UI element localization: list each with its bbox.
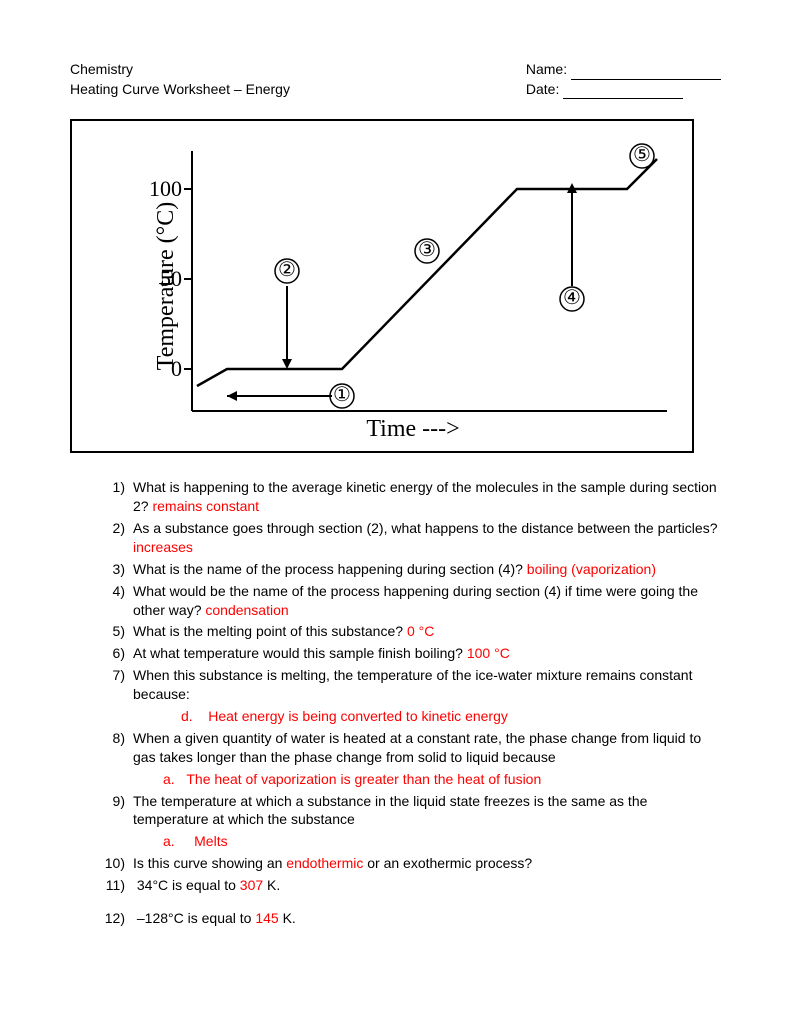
subject-label: Chemistry: [70, 60, 290, 80]
segment-label-5: ⑤: [631, 144, 653, 166]
question-11: 11) 34°C is equal to 307 K.: [95, 876, 721, 895]
worksheet-title: Heating Curve Worksheet – Energy: [70, 80, 290, 100]
answer-3: boiling (vaporization): [527, 561, 656, 577]
question-5: 5) What is the melting point of this sub…: [95, 622, 721, 641]
segment-label-4: ④: [561, 287, 583, 309]
question-10: 10) Is this curve showing an endothermic…: [95, 854, 721, 873]
question-2: 2) As a substance goes through section (…: [95, 519, 721, 557]
answer-4: condensation: [205, 602, 288, 618]
answer-11: 307: [240, 877, 263, 893]
answer-6: 100 °C: [467, 645, 510, 661]
date-field: Date:: [526, 80, 721, 100]
answer-7-row: d. Heat energy is being converted to kin…: [95, 707, 721, 726]
question-list: 1) What is happening to the average kine…: [70, 478, 721, 928]
answer-7: Heat energy is being converted to kineti…: [208, 708, 508, 724]
answer-10: endothermic: [286, 855, 363, 871]
answer-9: Melts: [194, 833, 227, 849]
worksheet-header: Chemistry Heating Curve Worksheet – Ener…: [70, 60, 721, 99]
question-6: 6) At what temperature would this sample…: [95, 644, 721, 663]
segment-label-1: ①: [331, 384, 353, 406]
question-3: 3) What is the name of the process happe…: [95, 560, 721, 579]
answer-5: 0 °C: [407, 623, 434, 639]
name-field: Name:: [526, 60, 721, 80]
answer-12: 145: [255, 910, 278, 926]
question-12: 12) –128°C is equal to 145 K.: [95, 909, 721, 928]
question-1: 1) What is happening to the average kine…: [95, 478, 721, 516]
chart-svg: [72, 121, 692, 451]
question-7: 7) When this substance is melting, the t…: [95, 666, 721, 704]
segment-label-2: ②: [276, 259, 298, 281]
date-blank[interactable]: [563, 98, 683, 99]
heating-curve-chart: Temperature (°C) Time ---> 100 50 0 ① ② …: [70, 119, 694, 453]
question-4: 4) What would be the name of the process…: [95, 582, 721, 620]
answer-1: remains constant: [152, 498, 259, 514]
answer-8: The heat of vaporization is greater than…: [186, 771, 541, 787]
answer-2: increases: [133, 539, 193, 555]
answer-8-row: a. The heat of vaporization is greater t…: [95, 770, 721, 789]
question-8: 8) When a given quantity of water is hea…: [95, 729, 721, 767]
segment-label-3: ③: [416, 239, 438, 261]
question-9: 9) The temperature at which a substance …: [95, 792, 721, 830]
answer-9-row: a. Melts: [95, 832, 721, 851]
